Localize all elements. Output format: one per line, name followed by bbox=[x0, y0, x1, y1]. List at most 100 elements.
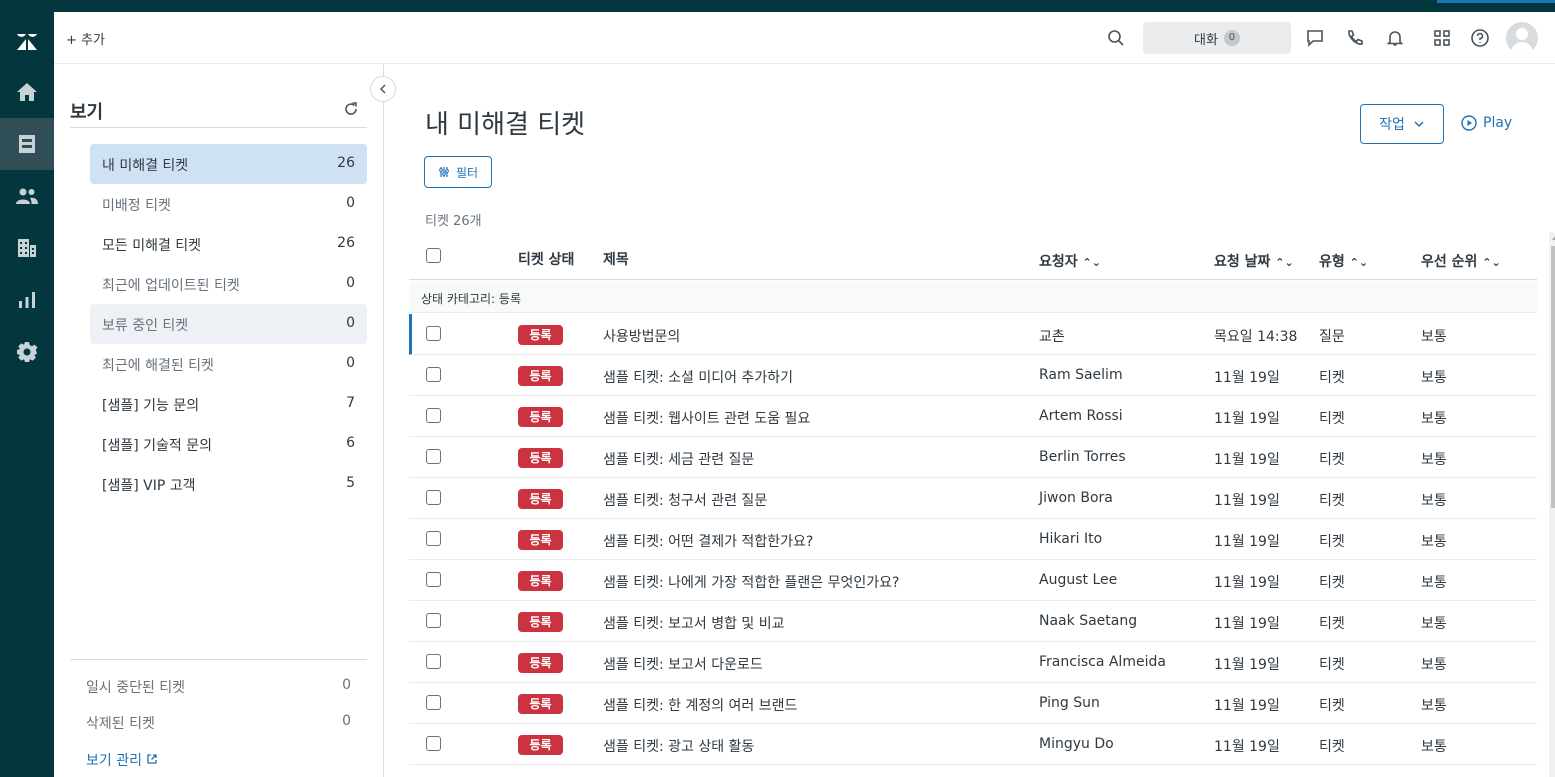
view-item-sample-feature[interactable]: [샘플] 기능 문의 7 bbox=[90, 384, 367, 424]
table-row[interactable]: 등록 샘플 티켓: 어떤 결제가 적합한가요? Hikari Ito 11월 19일 티… bbox=[409, 519, 1537, 560]
ticket-subject[interactable]: 샘플 티켓: 나에게 가장 적합한 플랜은 무엇인가요? bbox=[603, 572, 899, 592]
view-item-count: 5 bbox=[346, 475, 355, 491]
collapse-panel-button[interactable] bbox=[370, 76, 396, 102]
header-priority-label: 우선 순위 bbox=[1421, 254, 1478, 270]
admin-gear-icon[interactable] bbox=[0, 326, 54, 378]
header-requested[interactable]: 요청 날짜 ⌃⌄ bbox=[1214, 251, 1294, 271]
status-badge: 등록 bbox=[518, 489, 563, 509]
chevron-left-icon bbox=[379, 84, 386, 94]
header-requester-label: 요청자 bbox=[1039, 254, 1078, 270]
conversations-count-badge: 0 bbox=[1223, 30, 1240, 46]
header-status[interactable]: 티켓 상태 bbox=[518, 249, 574, 269]
ticket-subject[interactable]: 샘플 티켓: 보고서 다운로드 bbox=[603, 654, 763, 674]
ticket-requested-date: 목요일 14:38 bbox=[1214, 329, 1298, 345]
row-checkbox[interactable] bbox=[426, 572, 441, 587]
row-checkbox[interactable] bbox=[426, 367, 441, 382]
zendesk-logo-icon[interactable] bbox=[0, 16, 54, 68]
table-row[interactable]: 등록 샘플 티켓: 광고 상태 활동 Mingyu Do 11월 19일 티켓 보통 bbox=[409, 724, 1537, 765]
top-strip bbox=[0, 0, 1555, 12]
view-item-label: [샘플] 기능 문의 bbox=[102, 398, 200, 414]
header-type[interactable]: 유형 ⌃⌄ bbox=[1319, 251, 1368, 271]
view-item-recently-solved[interactable]: 최근에 해결된 티켓 0 bbox=[90, 344, 367, 384]
views-icon[interactable] bbox=[0, 118, 54, 170]
refresh-icon[interactable] bbox=[342, 100, 360, 118]
play-button[interactable]: Play bbox=[1461, 115, 1512, 131]
ticket-priority: 보통 bbox=[1421, 329, 1447, 345]
row-checkbox[interactable] bbox=[426, 449, 441, 464]
table-row[interactable]: 등록 샘플 티켓: 보고서 다운로드 Francisca Almeida 11월 19… bbox=[409, 642, 1537, 683]
row-checkbox[interactable] bbox=[426, 531, 441, 546]
row-checkbox[interactable] bbox=[426, 654, 441, 669]
status-badge: 등록 bbox=[518, 694, 563, 714]
row-checkbox[interactable] bbox=[426, 326, 441, 341]
select-all-checkbox[interactable] bbox=[426, 248, 441, 263]
conversations-button[interactable]: 대화 0 bbox=[1143, 22, 1291, 54]
sort-icon: ⌃⌄ bbox=[1349, 256, 1369, 269]
table-row[interactable]: 등록 샘플 티켓: 한 계정의 여러 브랜드 Ping Sun 11월 19일 티켓 보통 bbox=[409, 683, 1537, 724]
ticket-subject[interactable]: 사용방법문의 bbox=[603, 326, 680, 346]
ticket-requested-date: 11월 19일 bbox=[1214, 575, 1280, 591]
table-row[interactable]: 등록 샘플 티켓: 나에게 가장 적합한 플랜은 무엇인가요? August Lee… bbox=[409, 560, 1537, 601]
chat-icon[interactable] bbox=[1303, 26, 1327, 50]
scrollbar-thumb[interactable] bbox=[1551, 246, 1555, 508]
view-item-deleted[interactable]: 삭제된 티켓 0 bbox=[86, 713, 351, 733]
customers-icon[interactable] bbox=[0, 170, 54, 222]
table-row[interactable]: 등록 샘플 티켓: 세금 관련 질문 Berlin Torres 11월 19일 티켓 보… bbox=[409, 437, 1537, 478]
home-icon[interactable] bbox=[0, 66, 54, 118]
view-item-sample-technical[interactable]: [샘플] 기술적 문의 6 bbox=[90, 424, 367, 464]
table-row[interactable]: 등록 샘플 티켓: 소셜 미디어 추가하기 Ram Saelim 11월 19일 티켓 보… bbox=[409, 355, 1537, 396]
view-item-label: 내 미해결 티켓 bbox=[102, 158, 189, 174]
organizations-icon[interactable] bbox=[0, 222, 54, 274]
add-button[interactable]: + 추가 bbox=[66, 29, 105, 48]
ticket-requester: Berlin Torres bbox=[1039, 449, 1126, 465]
ticket-subject[interactable]: 샘플 티켓: 웹사이트 관련 도움 필요 bbox=[603, 408, 810, 428]
work-dropdown-button[interactable]: 작업 bbox=[1360, 104, 1444, 144]
ticket-requester: August Lee bbox=[1039, 572, 1118, 588]
view-item-label: 최근에 해결된 티켓 bbox=[102, 358, 214, 374]
header-requester[interactable]: 요청자 ⌃⌄ bbox=[1039, 251, 1101, 271]
row-checkbox[interactable] bbox=[426, 736, 441, 751]
user-avatar[interactable] bbox=[1506, 22, 1538, 54]
header-priority[interactable]: 우선 순위 ⌃⌄ bbox=[1421, 251, 1501, 271]
ticket-requester: Francisca Almeida bbox=[1039, 654, 1166, 670]
help-icon[interactable] bbox=[1468, 26, 1492, 50]
ticket-priority: 보통 bbox=[1421, 493, 1447, 509]
filter-button[interactable]: 필터 bbox=[424, 156, 492, 188]
ticket-priority: 보통 bbox=[1421, 452, 1447, 468]
ticket-requested-date: 11월 19일 bbox=[1214, 698, 1280, 714]
ticket-subject[interactable]: 샘플 티켓: 광고 상태 활동 bbox=[603, 736, 754, 756]
ticket-subject[interactable]: 샘플 티켓: 보고서 병합 및 비교 bbox=[603, 613, 785, 633]
row-checkbox[interactable] bbox=[426, 490, 441, 505]
row-checkbox[interactable] bbox=[426, 408, 441, 423]
ticket-subject[interactable]: 샘플 티켓: 한 계정의 여러 브랜드 bbox=[603, 695, 797, 715]
table-row[interactable]: 등록 샘플 티켓: 웹사이트 관련 도움 필요 Artem Rossi 11월 19일… bbox=[409, 396, 1537, 437]
divider bbox=[70, 659, 367, 660]
ticket-subject[interactable]: 샘플 티켓: 청구서 관련 질문 bbox=[603, 490, 767, 510]
top-strip-accent bbox=[1437, 0, 1555, 3]
sort-icon: ⌃⌄ bbox=[1482, 256, 1501, 269]
ticket-subject[interactable]: 샘플 티켓: 세금 관련 질문 bbox=[603, 449, 754, 469]
view-item-suspended[interactable]: 일시 중단된 티켓 0 bbox=[86, 677, 351, 697]
table-row[interactable]: 등록 사용방법문의 교촌 목요일 14:38 질문 보통 bbox=[409, 314, 1537, 355]
scrollbar[interactable] bbox=[1549, 232, 1555, 777]
header-subject[interactable]: 제목 bbox=[603, 249, 629, 269]
notifications-bell-icon[interactable] bbox=[1383, 26, 1407, 50]
reporting-icon[interactable] bbox=[0, 274, 54, 326]
view-item-all-unsolved[interactable]: 모든 미해결 티켓 26 bbox=[90, 224, 367, 264]
manage-views-link[interactable]: 보기 관리 bbox=[86, 750, 158, 770]
ticket-subject[interactable]: 샘플 티켓: 소셜 미디어 추가하기 bbox=[603, 367, 793, 387]
table-row[interactable]: 등록 샘플 티켓: 보고서 병합 및 비교 Naak Saetang 11월 19일 티… bbox=[409, 601, 1537, 642]
view-item-my-unsolved[interactable]: 내 미해결 티켓 26 bbox=[90, 144, 367, 184]
view-item-recently-updated[interactable]: 최근에 업데이트된 티켓 0 bbox=[90, 264, 367, 304]
phone-icon[interactable] bbox=[1343, 26, 1367, 50]
search-icon[interactable] bbox=[1104, 26, 1128, 50]
view-item-sample-vip[interactable]: [샘플] VIP 고객 5 bbox=[90, 464, 367, 504]
status-badge: 등록 bbox=[518, 571, 563, 591]
view-item-pending[interactable]: 보류 중인 티켓 0 bbox=[90, 304, 367, 344]
view-item-unassigned[interactable]: 미배정 티켓 0 bbox=[90, 184, 367, 224]
row-checkbox[interactable] bbox=[426, 613, 441, 628]
row-checkbox[interactable] bbox=[426, 695, 441, 710]
table-row[interactable]: 등록 샘플 티켓: 청구서 관련 질문 Jiwon Bora 11월 19일 티켓 보통 bbox=[409, 478, 1537, 519]
ticket-subject[interactable]: 샘플 티켓: 어떤 결제가 적합한가요? bbox=[603, 531, 813, 551]
products-grid-icon[interactable] bbox=[1430, 26, 1454, 50]
